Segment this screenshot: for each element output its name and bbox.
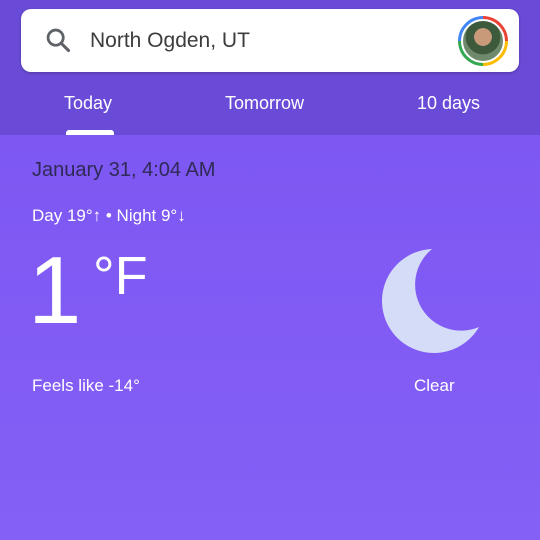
avatar-image	[461, 19, 505, 63]
search-location-text[interactable]: North Ogden, UT	[90, 28, 250, 54]
avatar[interactable]	[458, 16, 508, 66]
tab-10-days[interactable]: 10 days	[417, 92, 480, 114]
day-night-temps: Day 19°↑ • Night 9°↓	[32, 206, 186, 225]
search-bar[interactable]: North Ogden, UT	[21, 9, 519, 72]
header: North Ogden, UT Today Tomorrow 10 days	[0, 0, 540, 135]
tab-today[interactable]: Today	[64, 92, 112, 114]
feels-like: Feels like -14°	[32, 376, 140, 395]
tab-tomorrow[interactable]: Tomorrow	[225, 92, 304, 114]
moon-icon	[381, 249, 479, 353]
condition-label: Clear	[414, 376, 455, 395]
temperature-value: 1	[28, 237, 82, 344]
temperature-unit[interactable]: °F	[93, 246, 148, 306]
search-icon[interactable]	[44, 26, 72, 54]
date-time: January 31, 4:04 AM	[32, 159, 216, 181]
